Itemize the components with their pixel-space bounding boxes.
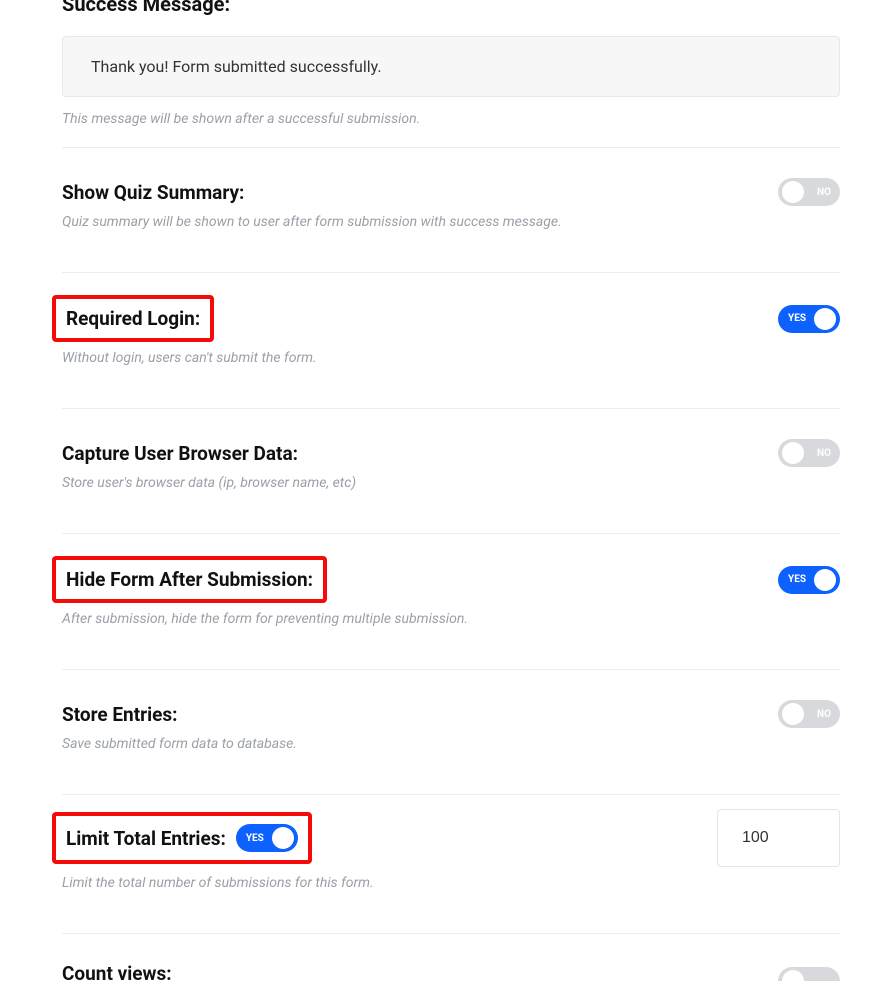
toggle-knob (272, 827, 294, 849)
toggle-state-label: NO (817, 187, 831, 198)
count-views-label: Count views: (62, 962, 172, 985)
success-message-help: This message will be shown after a succe… (62, 111, 840, 127)
capture-browser-label: Capture User Browser Data: (62, 442, 298, 465)
capture-browser-help: Store user's browser data (ip, browser n… (62, 475, 840, 491)
highlight-required-login: Required Login: (52, 295, 214, 342)
store-entries-toggle[interactable]: NO (778, 700, 840, 728)
toggle-knob (814, 308, 836, 330)
setting-capture-browser: Capture User Browser Data: NO (62, 409, 840, 475)
required-login-toggle[interactable]: YES (778, 305, 840, 333)
toggle-knob (814, 569, 836, 591)
count-views-toggle[interactable] (778, 967, 840, 981)
highlight-hide-form: Hide Form After Submission: (52, 556, 327, 603)
limit-entries-label: Limit Total Entries: (66, 827, 226, 850)
quiz-summary-toggle[interactable]: NO (778, 178, 840, 206)
capture-browser-toggle[interactable]: NO (778, 439, 840, 467)
required-login-help: Without login, users can't submit the fo… (62, 350, 840, 366)
hide-form-help: After submission, hide the form for prev… (62, 611, 840, 627)
setting-quiz-summary: Show Quiz Summary: NO (62, 148, 840, 214)
setting-count-views: Count views: (62, 934, 840, 985)
setting-store-entries: Store Entries: NO (62, 670, 840, 736)
toggle-state-label: NO (817, 709, 831, 720)
store-entries-help: Save submitted form data to database. (62, 736, 840, 752)
success-message-box[interactable]: Thank you! Form submitted successfully. (62, 36, 840, 97)
limit-entries-input[interactable] (717, 809, 840, 867)
setting-required-login: Required Login: YES (62, 273, 840, 350)
toggle-knob (782, 970, 804, 981)
toggle-state-label: YES (788, 574, 806, 585)
toggle-knob (782, 181, 804, 203)
toggle-knob (782, 442, 804, 464)
setting-limit-entries: Limit Total Entries: YES (62, 795, 840, 875)
store-entries-label: Store Entries: (62, 703, 178, 726)
hide-form-label: Hide Form After Submission: (66, 568, 313, 591)
limit-entries-toggle[interactable]: YES (236, 824, 298, 852)
toggle-state-label: YES (246, 833, 264, 844)
required-login-label: Required Login: (66, 307, 200, 330)
highlight-limit-entries: Limit Total Entries: YES (52, 812, 312, 864)
toggle-state-label: NO (817, 448, 831, 459)
toggle-knob (782, 703, 804, 725)
quiz-summary-help: Quiz summary will be shown to user after… (62, 214, 840, 230)
setting-hide-form: Hide Form After Submission: YES (62, 534, 840, 611)
hide-form-toggle[interactable]: YES (778, 566, 840, 594)
toggle-state-label: YES (788, 313, 806, 324)
quiz-summary-label: Show Quiz Summary: (62, 181, 244, 204)
success-message-title: Success Message: (62, 0, 840, 16)
limit-entries-help: Limit the total number of submissions fo… (62, 875, 840, 891)
